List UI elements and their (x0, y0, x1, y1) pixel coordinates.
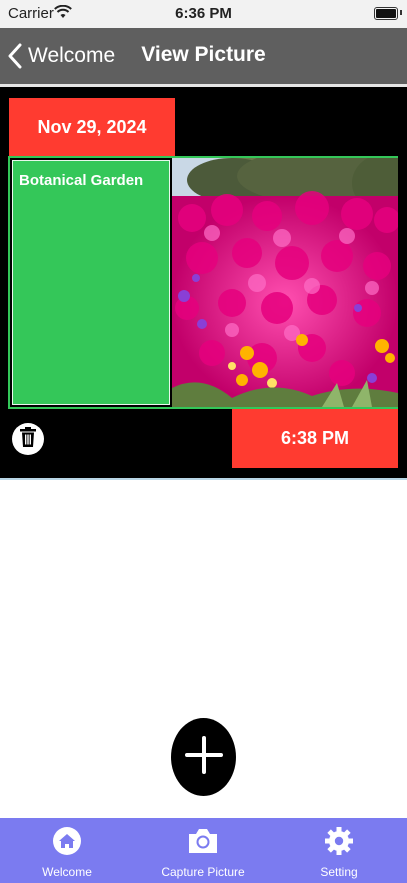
entry-date: Nov 29, 2024 (9, 98, 175, 156)
delete-button[interactable] (12, 423, 44, 455)
navigation-bar: Welcome View Picture (0, 28, 407, 84)
tab-welcome[interactable]: Welcome (17, 818, 117, 883)
camera-icon (187, 826, 219, 861)
add-button[interactable] (171, 718, 236, 796)
card-divider (0, 478, 407, 480)
page-title: View Picture (141, 43, 266, 66)
trash-icon (20, 426, 36, 452)
entry-label: Botanical Garden (19, 172, 144, 189)
home-icon (52, 826, 82, 861)
tab-setting-label: Setting (320, 865, 358, 879)
tab-capture-picture-label: Capture Picture (161, 865, 245, 879)
gear-icon (324, 826, 354, 861)
entry-label-box: Botanical Garden (12, 160, 170, 405)
flower-photo[interactable] (172, 158, 398, 407)
tab-capture-picture[interactable]: Capture Picture (145, 818, 261, 883)
battery-icon (374, 7, 398, 20)
tab-setting[interactable]: Setting (289, 818, 389, 883)
tab-welcome-label: Welcome (42, 865, 92, 879)
battery-tip (400, 10, 402, 15)
tab-bar: Welcome Capture Picture Setting (0, 818, 407, 883)
picture-frame: Botanical Garden (8, 156, 398, 409)
entry-time: 6:38 PM (232, 409, 398, 468)
status-bar: Carrier 6:36 PM (0, 0, 407, 28)
status-time: 6:36 PM (175, 5, 232, 22)
plus-icon (184, 735, 224, 780)
picture-card: Nov 29, 2024 Botanical Garden 6:38 PM (0, 87, 407, 478)
